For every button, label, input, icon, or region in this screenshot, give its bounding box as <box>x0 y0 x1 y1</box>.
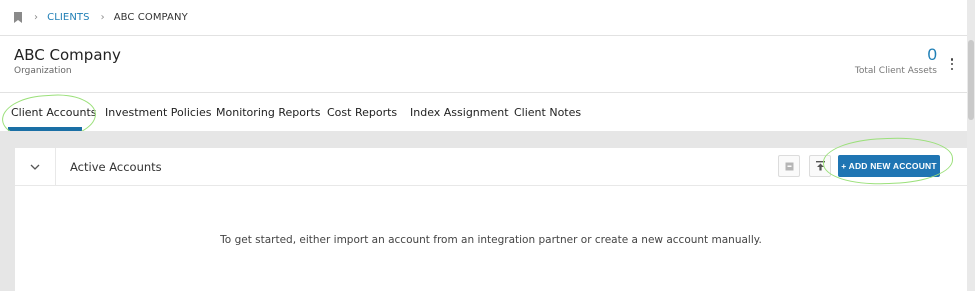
accounts-panel: Active Accounts + ADD NEW ACCOUNT To get… <box>15 135 967 291</box>
chevron-right-icon: › <box>100 12 105 23</box>
collapse-button[interactable] <box>15 148 56 185</box>
tab-monitoring-reports[interactable]: Monitoring Reports <box>216 106 321 119</box>
main-content: Active Accounts + ADD NEW ACCOUNT To get… <box>0 131 967 291</box>
archive-icon <box>785 162 793 170</box>
tab-cost-reports[interactable]: Cost Reports <box>327 106 397 119</box>
breadcrumb-link-clients[interactable]: CLIENTS <box>47 12 89 23</box>
chevron-right-icon: › <box>34 12 39 23</box>
scrollbar-thumb[interactable] <box>968 40 974 120</box>
page-title: ABC Company <box>14 46 121 64</box>
tab-client-accounts[interactable]: Client Accounts <box>11 106 97 119</box>
import-button[interactable] <box>809 155 831 177</box>
add-new-account-button[interactable]: + ADD NEW ACCOUNT <box>838 155 940 177</box>
total-assets-label: Total Client Assets <box>854 66 937 76</box>
tab-investment-policies[interactable]: Investment Policies <box>105 106 212 119</box>
total-assets-value[interactable]: 0 <box>928 45 937 65</box>
empty-state-message: To get started, either import an account… <box>220 234 762 246</box>
breadcrumb: › CLIENTS › ABC COMPANY <box>0 0 967 36</box>
archive-button[interactable] <box>778 155 800 177</box>
chevron-down-icon <box>30 164 40 170</box>
tab-bar: Client Accounts Investment Policies Moni… <box>0 91 967 143</box>
kebab-menu-icon[interactable] <box>950 58 954 70</box>
tab-client-notes[interactable]: Client Notes <box>514 106 581 119</box>
tab-index-assignment[interactable]: Index Assignment <box>410 106 509 119</box>
upload-icon <box>815 161 825 171</box>
panel-header: Active Accounts + ADD NEW ACCOUNT <box>15 135 967 187</box>
page-header: ABC Company Organization 0 Total Client … <box>0 36 967 93</box>
page-subtitle: Organization <box>14 66 72 76</box>
panel-title: Active Accounts <box>70 160 162 174</box>
bookmark-icon[interactable] <box>14 12 22 23</box>
breadcrumb-current: ABC COMPANY <box>113 12 188 23</box>
